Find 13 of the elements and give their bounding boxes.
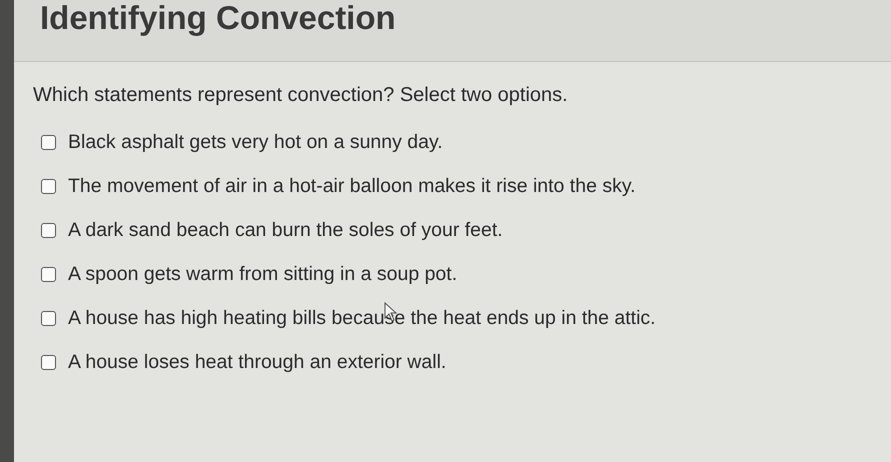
checkbox[interactable] bbox=[41, 222, 56, 238]
option-label[interactable]: A dark sand beach can burn the soles of your feet. bbox=[68, 218, 503, 242]
checkbox[interactable] bbox=[41, 134, 56, 150]
checkbox[interactable] bbox=[41, 354, 56, 370]
option-label[interactable]: The movement of air in a hot-air balloon makes it rise into the sky. bbox=[68, 174, 636, 198]
option-label[interactable]: A house loses heat through an exterior wall. bbox=[68, 350, 446, 374]
question-text: Which statements represent convection? Select two options. bbox=[32, 83, 569, 108]
checkbox[interactable] bbox=[41, 266, 56, 282]
option-label[interactable]: A spoon gets warm from sitting in a soup pot. bbox=[68, 262, 458, 286]
page-title: Identifying Convection bbox=[40, 0, 396, 36]
option-label[interactable]: Black asphalt gets very hot on a sunny day. bbox=[68, 130, 443, 154]
checkbox[interactable] bbox=[41, 178, 56, 194]
checkbox[interactable] bbox=[41, 310, 56, 326]
